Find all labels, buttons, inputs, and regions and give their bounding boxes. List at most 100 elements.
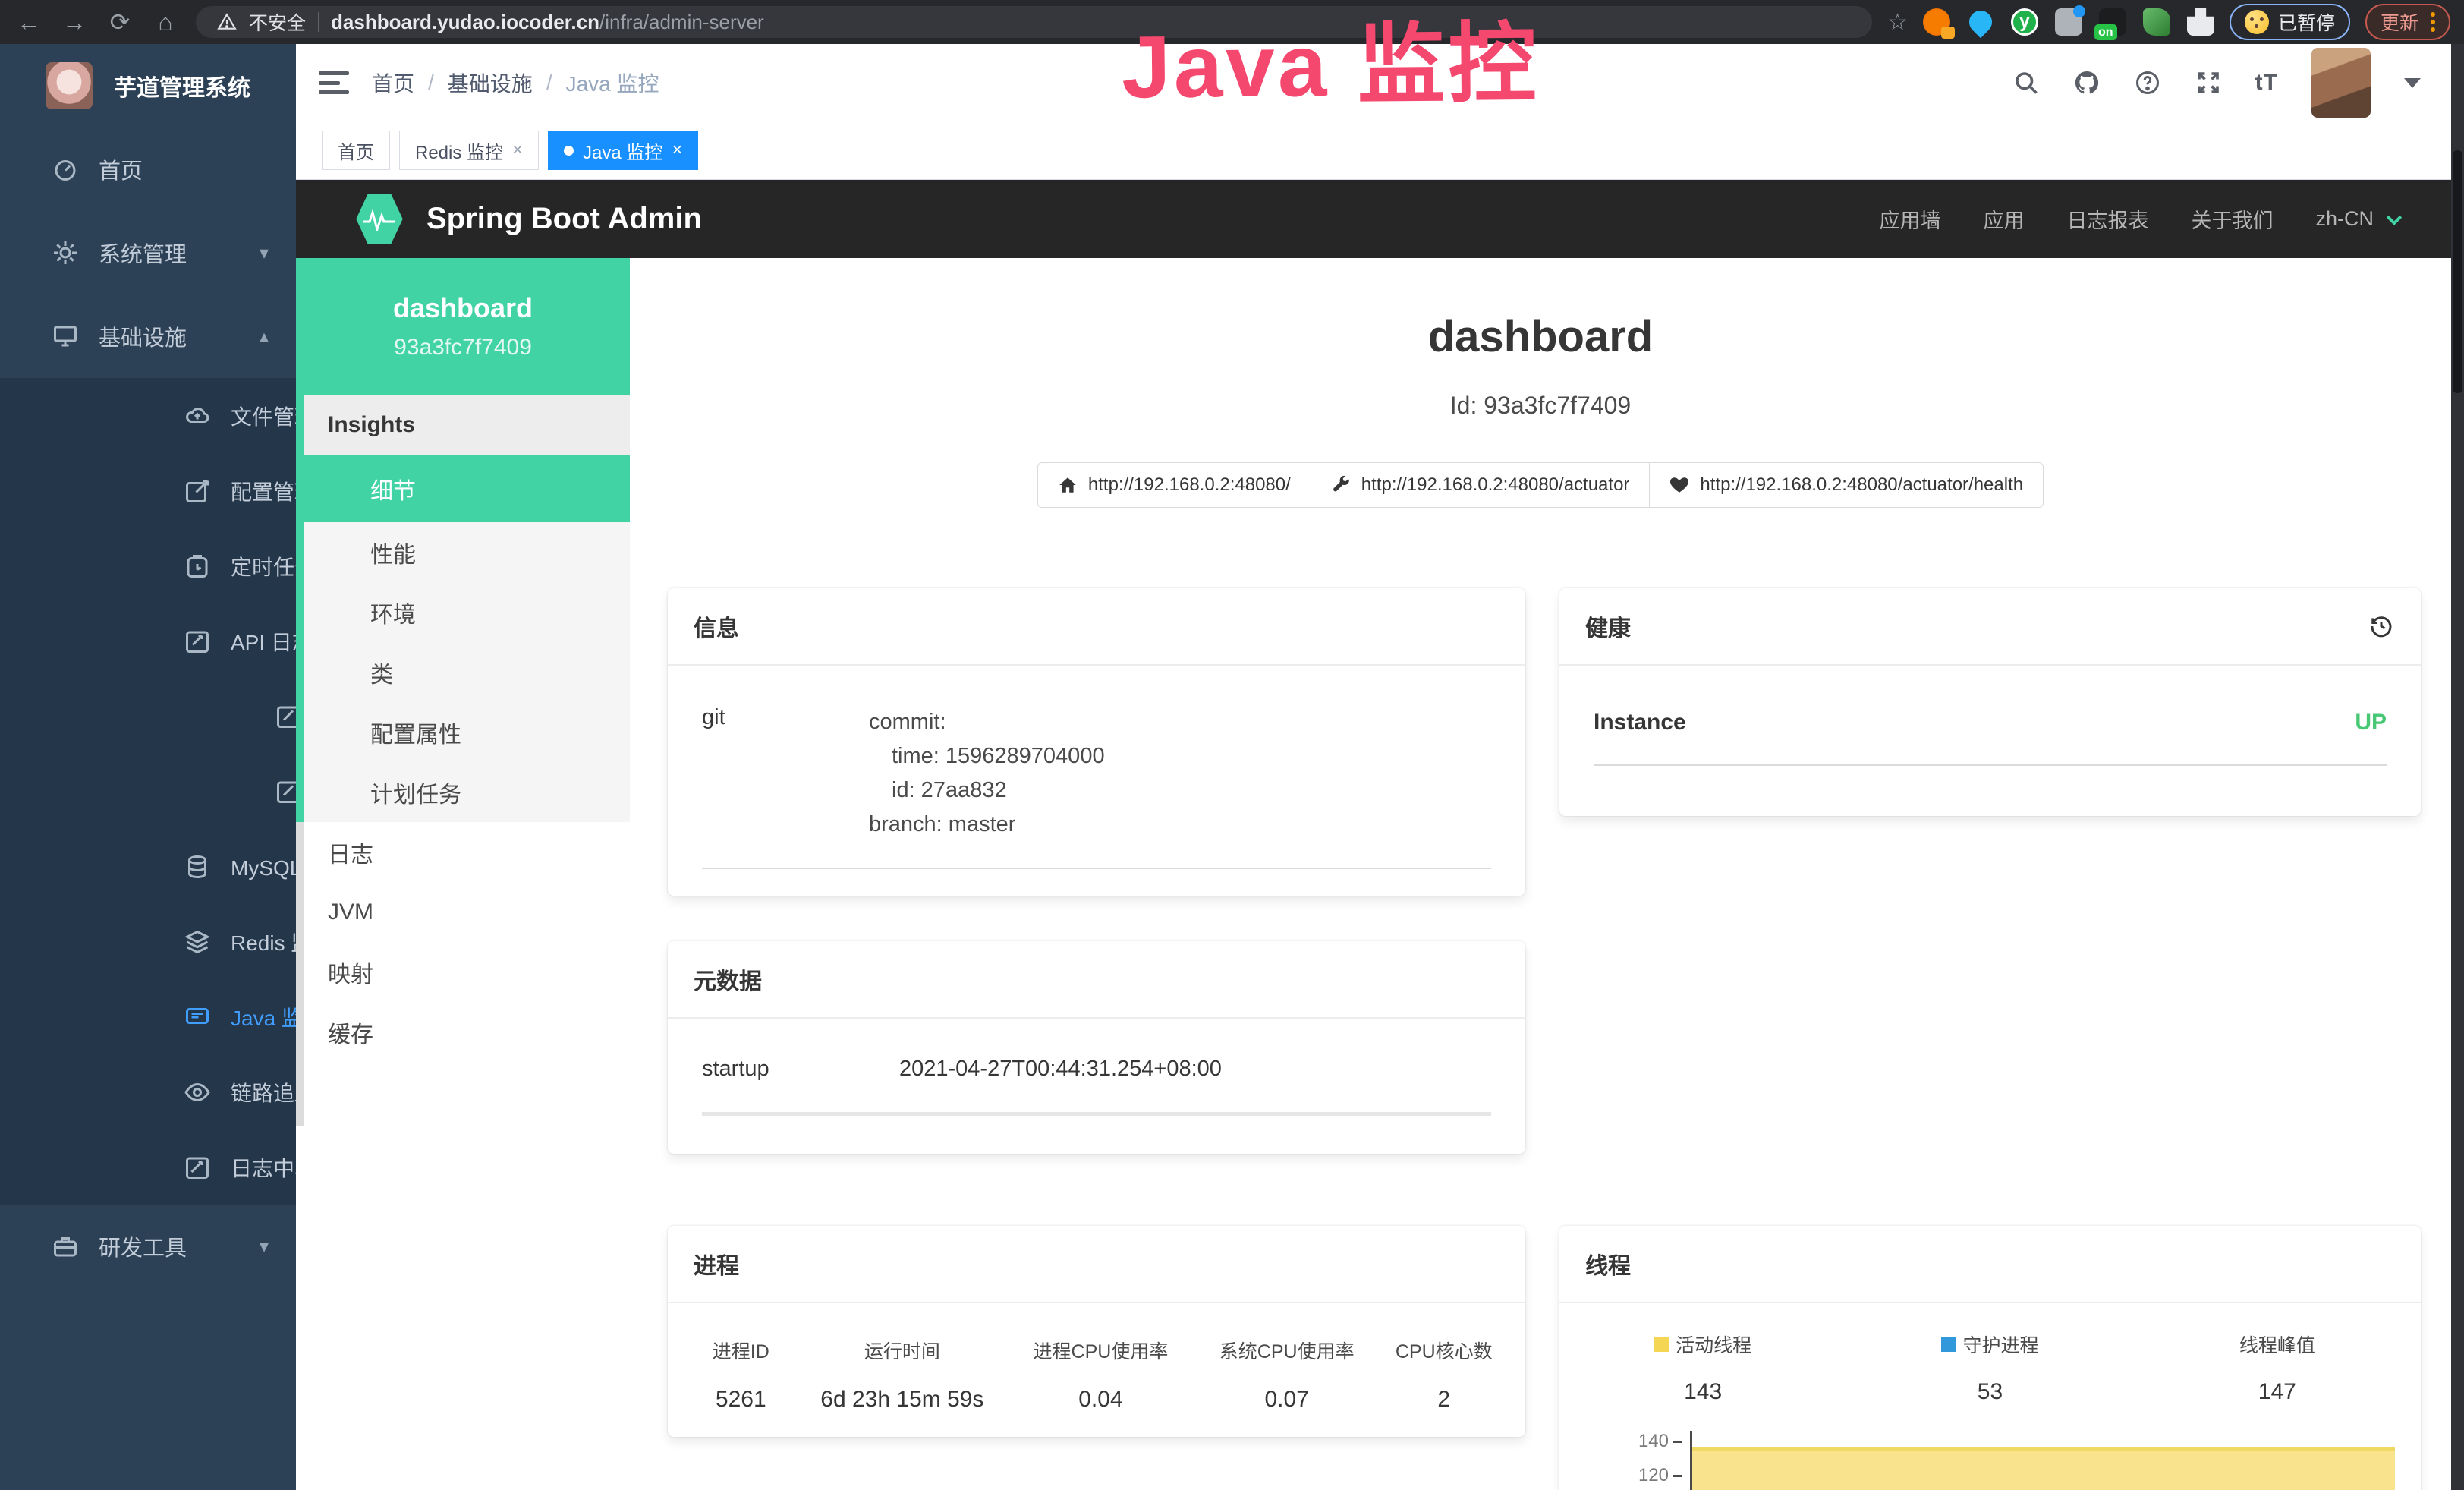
tab-redis-monitor[interactable]: Redis 监控 × — [399, 131, 539, 170]
sba-menu-item-environment[interactable]: 环境 — [304, 582, 630, 642]
browser-scrollbar[interactable] — [2451, 44, 2464, 1490]
sidebar-item-tracing[interactable]: 链路追踪 — [0, 1054, 296, 1129]
sba-menu-item-classes[interactable]: 类 — [304, 642, 630, 702]
breadcrumb-current: Java 监控 — [566, 68, 659, 98]
sba-brand-title[interactable]: Spring Boot Admin — [426, 202, 702, 236]
actuator-url-button[interactable]: http://192.168.0.2:48080/actuator — [1311, 462, 1651, 508]
app-logo-row[interactable]: 芋道管理系统 — [0, 44, 296, 128]
sba-menu-item-config-props[interactable]: 配置属性 — [304, 702, 630, 762]
sidebar-item-java-monitor[interactable]: Java 监控 — [0, 979, 296, 1054]
log-edit-icon — [184, 1154, 211, 1181]
help-icon[interactable] — [2134, 69, 2161, 96]
sidebar-item-system[interactable]: 系统管理 ▾ — [0, 211, 296, 295]
extension-grid-icon[interactable] — [2055, 8, 2082, 36]
sba-nav-journal[interactable]: 日志报表 — [2066, 204, 2148, 234]
threads-daemon-stat: 守护进程 53 — [1846, 1331, 2133, 1405]
edit-icon — [184, 477, 211, 505]
github-icon[interactable] — [2073, 69, 2101, 96]
sidebar-item-error-logs[interactable]: 错误日志 — [0, 754, 302, 829]
user-avatar[interactable] — [2311, 48, 2371, 118]
status-badge: UP — [2355, 710, 2387, 736]
extension-orange-icon[interactable] — [1923, 8, 1950, 36]
reload-icon[interactable]: ⟳ — [105, 10, 135, 34]
sidebar-item-file-manage[interactable]: 文件管理 — [0, 378, 296, 453]
info-value: commit: time: 1596289704000 id: 27aa832 … — [869, 705, 1105, 842]
profile-emoji-icon — [2245, 10, 2269, 34]
threads-stats: 活动线程 143 守护进程 53 线程峰值 147 — [1559, 1331, 2421, 1405]
url-path: /infra/admin-server — [599, 11, 764, 33]
fullscreen-icon[interactable] — [2195, 69, 2222, 96]
sba-nav-wallboard[interactable]: 应用墙 — [1879, 204, 1940, 234]
forward-icon[interactable]: → — [59, 10, 90, 34]
heartbeat-icon — [1669, 475, 1689, 495]
health-url-button[interactable]: http://192.168.0.2:48080/actuator/health — [1649, 462, 2044, 508]
sidebar-item-config-manage[interactable]: 配置管理 — [0, 453, 296, 528]
tab-home[interactable]: 首页 — [322, 131, 390, 170]
close-icon[interactable]: × — [512, 140, 523, 161]
sidebar-item-home[interactable]: 首页 — [0, 128, 296, 211]
metadata-value: 2021-04-27T00:44:31.254+08:00 — [899, 1057, 1222, 1082]
security-label: 不安全 — [249, 8, 306, 36]
sidebar-item-api-logs[interactable]: API 日志 ▴ — [0, 603, 296, 679]
info-git-row: git commit: time: 1596289704000 id: 27aa… — [702, 705, 1491, 869]
search-icon[interactable] — [2012, 69, 2040, 96]
dashboard-icon — [52, 156, 79, 183]
sidebar-item-scheduled-jobs[interactable]: 定时任务 — [0, 528, 296, 603]
service-url-button[interactable]: http://192.168.0.2:48080/ — [1037, 462, 1311, 508]
extensions-puzzle-icon[interactable] — [2187, 8, 2214, 36]
profile-paused-chip[interactable]: 已暂停 — [2230, 4, 2350, 40]
bookmark-star-icon[interactable]: ☆ — [1887, 9, 1908, 36]
sidebar-item-redis-monitor[interactable]: Redis 监控 — [0, 904, 296, 979]
sba-menu-item-logs[interactable]: 日志 — [304, 822, 630, 882]
scrollbar-thumb[interactable] — [2453, 150, 2462, 393]
sba-menu-item-scheduled-tasks[interactable]: 计划任务 — [304, 762, 630, 822]
info-card: 信息 git commit: time: 1596289704000 id: 2… — [668, 588, 1525, 896]
sba-menu-item-jvm[interactable]: JVM — [304, 882, 630, 942]
threads-card-header: 线程 — [1559, 1226, 2421, 1303]
hamburger-icon[interactable] — [319, 70, 349, 96]
chevron-up-icon: ▴ — [260, 326, 269, 348]
browser-menu-icon[interactable] — [2431, 12, 2435, 32]
tab-java-monitor[interactable]: Java 监控 × — [548, 131, 698, 170]
sidebar-item-log-center[interactable]: 日志中心 — [0, 1129, 296, 1205]
sba-nav-about[interactable]: 关于我们 — [2191, 204, 2273, 234]
sba-menu-item-mappings[interactable]: 映射 — [304, 942, 630, 1002]
home-icon[interactable]: ⌂ — [150, 10, 181, 34]
address-divider — [318, 12, 319, 32]
font-size-icon[interactable]: tT — [2255, 70, 2278, 96]
active-tab-dot — [564, 146, 574, 156]
avatar-caret-icon[interactable] — [2404, 78, 2421, 88]
sidebar-item-mysql-monitor[interactable]: MySQL 监控 — [0, 829, 296, 904]
sba-logo-icon[interactable] — [355, 193, 404, 246]
y-axis-tick: 120 — [1617, 1465, 1682, 1486]
sba-nav-applications[interactable]: 应用 — [1983, 204, 2024, 234]
close-icon[interactable]: × — [672, 140, 682, 161]
address-bar[interactable]: 不安全 dashboard.yudao.iocoder.cn/infra/adm… — [196, 6, 1872, 38]
back-icon[interactable]: ← — [14, 10, 44, 34]
sba-instance-header[interactable]: dashboard 93a3fc7f7409 — [296, 258, 630, 395]
breadcrumb-infra[interactable]: 基础设施 — [448, 68, 533, 98]
home-icon — [1058, 475, 1078, 495]
extension-on-icon[interactable]: on — [2099, 8, 2126, 36]
cpu-cores: 2 — [1378, 1387, 1510, 1413]
extension-y-icon[interactable]: y — [2011, 8, 2038, 36]
sba-menu-item-metrics[interactable]: 性能 — [304, 522, 630, 582]
legend-yellow-square — [1654, 1337, 1669, 1352]
warning-icon — [217, 12, 237, 32]
sba-sidebar: dashboard 93a3fc7f7409 Insights 细节 性能 环境… — [296, 258, 630, 1490]
layers-icon — [184, 928, 211, 956]
sba-menu-item-details[interactable]: 细节 — [304, 455, 630, 522]
history-icon[interactable] — [2368, 613, 2395, 640]
extension-leaf-icon[interactable] — [2143, 8, 2170, 36]
sidebar-item-dev-tools[interactable]: 研发工具 ▾ — [0, 1205, 296, 1288]
chevron-down-icon — [2383, 208, 2406, 231]
metadata-card-title: 元数据 — [694, 962, 762, 996]
sidebar-item-infra[interactable]: 基础设施 ▴ — [0, 295, 296, 378]
chrome-update-chip[interactable]: 更新 — [2365, 4, 2450, 40]
sidebar-item-access-logs[interactable]: 访问日志 — [0, 679, 302, 754]
sba-menu-item-caches[interactable]: 缓存 — [304, 1002, 630, 1062]
breadcrumb-home[interactable]: 首页 — [372, 68, 414, 98]
sba-language-select[interactable]: zh-CN — [2315, 207, 2406, 231]
chevron-down-icon: ▾ — [260, 1236, 269, 1258]
extension-pin-icon[interactable] — [1965, 6, 1997, 38]
